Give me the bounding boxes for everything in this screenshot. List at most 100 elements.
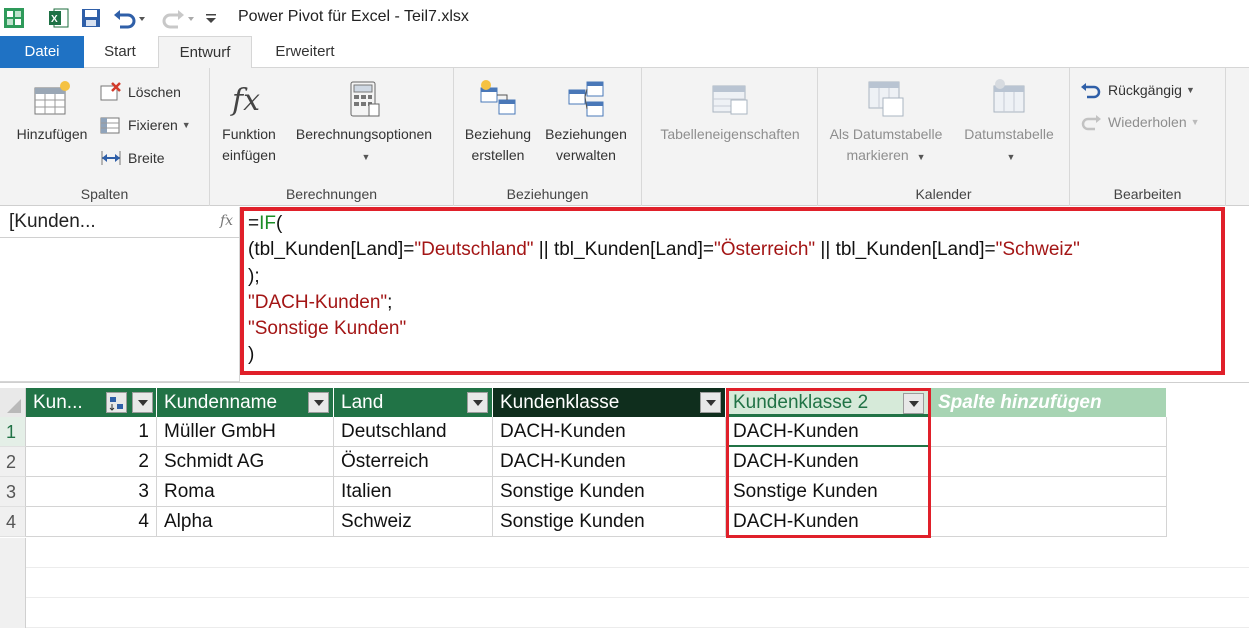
table-cell[interactable]: Müller GmbH xyxy=(157,417,334,447)
table-cell[interactable]: 2 xyxy=(26,447,157,477)
redo-quick-icon[interactable] xyxy=(158,6,198,30)
ribbon: Hinzufügen Löschen Fixieren ▼ Breite Spa… xyxy=(0,68,1249,206)
delete-label: Löschen xyxy=(128,84,181,100)
column-header-kundenklasse-2[interactable]: Kundenklasse 2 xyxy=(726,388,931,417)
manage-relationships-button[interactable]: Beziehungen verwalten xyxy=(540,78,632,166)
mark-as-date-table-button[interactable]: Als Datumstabelle markieren ▼ xyxy=(822,78,950,168)
table-cell[interactable]: DACH-Kunden xyxy=(726,507,931,537)
table-cell[interactable] xyxy=(931,417,1167,447)
row-number[interactable]: 2 xyxy=(0,447,26,477)
name-box-value: [Kunden... xyxy=(9,211,96,232)
table-cell[interactable]: Schweiz xyxy=(334,507,493,537)
column-header-id[interactable]: Kun... xyxy=(26,388,157,417)
customize-toolbar-icon[interactable] xyxy=(204,6,218,30)
filter-dropdown-icon[interactable] xyxy=(308,392,329,413)
table-cell[interactable]: DACH-Kunden xyxy=(726,447,931,477)
freeze-column-button[interactable]: Fixieren ▼ xyxy=(100,113,191,137)
group-calculations-label: Berechnungen xyxy=(285,186,378,202)
add-column-button[interactable]: Hinzufügen xyxy=(8,78,96,145)
row-number[interactable]: 4 xyxy=(0,507,26,537)
manage-relationships-label-1: Beziehungen xyxy=(545,126,627,142)
select-all-corner[interactable] xyxy=(0,388,26,417)
redo-button[interactable]: Wiederholen ▼ xyxy=(1080,110,1200,134)
table-cell[interactable]: Roma xyxy=(157,477,334,507)
freeze-icon xyxy=(100,115,122,135)
column-width-button[interactable]: Breite xyxy=(100,146,165,170)
undo-quick-icon[interactable] xyxy=(110,6,150,30)
table-cell[interactable]: 1 xyxy=(26,417,157,447)
excel-icon[interactable]: X xyxy=(46,6,72,30)
table-cell[interactable]: Sonstige Kunden xyxy=(726,477,931,507)
group-columns: Hinzufügen Löschen Fixieren ▼ Breite Spa… xyxy=(0,68,210,206)
filter-dropdown-icon[interactable] xyxy=(132,392,153,413)
table-cell[interactable]: 4 xyxy=(26,507,157,537)
formula-line-5: "Sonstige Kunden" xyxy=(248,318,407,339)
delete-icon xyxy=(100,82,122,102)
delete-column-button[interactable]: Löschen xyxy=(100,80,181,104)
sort-icon[interactable] xyxy=(106,392,127,413)
table-cell[interactable]: Österreich xyxy=(334,447,493,477)
fx-label-icon[interactable]: fx xyxy=(220,213,233,229)
title-bar: X Power Pivot für Excel - Teil7.xlsx xyxy=(0,0,1249,36)
table-cell-active[interactable]: DACH-Kunden xyxy=(726,417,931,447)
mark-date-table-dropdown-icon: ▼ xyxy=(916,152,926,162)
add-column-label: Hinzufügen xyxy=(16,126,88,142)
add-column-icon xyxy=(31,78,73,120)
tab-design[interactable]: Entwurf xyxy=(158,36,252,69)
calculation-options-dropdown-icon: ▼ xyxy=(361,152,371,162)
table-cell[interactable] xyxy=(931,507,1167,537)
add-column-header[interactable]: Spalte hinzufügen xyxy=(931,388,1167,417)
formula-editor[interactable]: =IF( (tbl_Kunden[Land]="Deutschland" || … xyxy=(240,207,1225,375)
manage-relationships-icon xyxy=(565,78,607,120)
date-table-button[interactable]: Datumstabelle ▼ xyxy=(954,78,1064,168)
date-table-dropdown-icon: ▼ xyxy=(1006,152,1016,162)
insert-function-button[interactable]: fx Funktion einfügen xyxy=(216,78,282,166)
tab-file[interactable]: Datei xyxy=(0,36,84,68)
table-cell[interactable]: Sonstige Kunden xyxy=(493,477,726,507)
undo-button[interactable]: Rückgängig ▼ xyxy=(1080,78,1195,102)
name-box[interactable]: [Kunden... fx xyxy=(0,207,240,382)
table-properties-label: Tabelleneigenschaften xyxy=(660,126,800,142)
fx-icon: fx xyxy=(228,78,270,120)
table-cell[interactable]: Deutschland xyxy=(334,417,493,447)
row-number[interactable]: 3 xyxy=(0,477,26,507)
mark-date-table-label-2: markieren xyxy=(846,147,909,163)
group-columns-label: Spalten xyxy=(80,186,129,202)
power-pivot-window: X Power Pivot für Excel - Teil7.xlsx Dat… xyxy=(0,0,1249,631)
group-relationships-label: Beziehungen xyxy=(506,186,589,202)
window-title: Power Pivot für Excel - Teil7.xlsx xyxy=(238,8,469,25)
table-cell[interactable] xyxy=(931,447,1167,477)
date-table-icon xyxy=(988,78,1030,120)
tab-advanced[interactable]: Erweitert xyxy=(258,36,352,68)
table-cell[interactable] xyxy=(931,477,1167,507)
table-cell[interactable]: Sonstige Kunden xyxy=(493,507,726,537)
filter-dropdown-icon[interactable] xyxy=(700,392,721,413)
formula-line-2: (tbl_Kunden[Land]="Deutschland" || tbl_K… xyxy=(248,239,1080,260)
data-grid: Kun... Kundenname Land Kundenklasse Kund… xyxy=(0,388,1249,631)
table-properties-button[interactable]: Tabelleneigenschaften xyxy=(646,78,814,145)
table-cell[interactable]: Schmidt AG xyxy=(157,447,334,477)
formula-line-4: "DACH-Kunden"; xyxy=(248,292,393,313)
formula-line-3: ); xyxy=(248,266,260,287)
table-cell[interactable]: Italien xyxy=(334,477,493,507)
tab-start[interactable]: Start xyxy=(90,36,150,68)
freeze-dropdown-icon: ▼ xyxy=(181,120,191,130)
create-relationship-button[interactable]: Beziehung erstellen xyxy=(458,78,538,166)
group-calendar-label: Kalender xyxy=(915,186,972,202)
column-header-kundenname[interactable]: Kundenname xyxy=(157,388,334,417)
table-cell[interactable]: 3 xyxy=(26,477,157,507)
table-cell[interactable]: DACH-Kunden xyxy=(493,447,726,477)
table-cell[interactable]: DACH-Kunden xyxy=(493,417,726,447)
power-pivot-app-icon xyxy=(2,6,26,30)
column-header-land[interactable]: Land xyxy=(334,388,493,417)
column-header-kundenklasse[interactable]: Kundenklasse xyxy=(493,388,726,417)
save-icon[interactable] xyxy=(78,6,104,30)
filter-dropdown-icon[interactable] xyxy=(467,392,488,413)
filter-dropdown-icon[interactable] xyxy=(903,393,924,414)
mark-date-table-icon xyxy=(865,78,907,120)
table-cell[interactable]: Alpha xyxy=(157,507,334,537)
name-box-divider xyxy=(0,237,240,238)
row-number[interactable]: 1 xyxy=(0,417,26,447)
svg-text:fx: fx xyxy=(230,83,260,118)
calculation-options-button[interactable]: Berechnungsoptionen ▼ xyxy=(286,78,442,168)
